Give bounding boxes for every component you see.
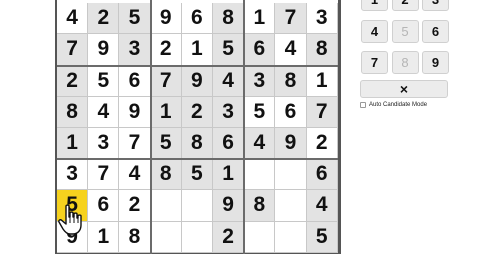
cell-r6c3[interactable]: 4 (119, 159, 151, 191)
cell-r2c5[interactable]: 1 (181, 34, 213, 66)
cell-r2c2[interactable]: 9 (88, 34, 120, 66)
cell-r8c4[interactable] (150, 221, 182, 253)
sudoku-board: 4259681737932156482567943818491235671375… (55, 0, 341, 254)
cell-r7c5[interactable] (181, 190, 213, 222)
cell-r1c7[interactable]: 1 (244, 3, 276, 35)
cell-r1c5[interactable]: 6 (181, 3, 213, 35)
cell-r7c3[interactable]: 2 (119, 190, 151, 222)
cell-r2c1[interactable]: 7 (57, 34, 89, 66)
cell-r8c9[interactable]: 5 (306, 221, 338, 253)
cell-r5c9[interactable]: 2 (306, 128, 338, 160)
cell-r1c9[interactable]: 3 (306, 3, 338, 35)
cell-r3c6[interactable]: 4 (213, 65, 245, 97)
cell-r8c1[interactable]: 9 (57, 221, 89, 253)
cell-r6c5[interactable]: 5 (181, 159, 213, 191)
cell-r4c6[interactable]: 3 (213, 96, 245, 128)
cell-r5c5[interactable]: 8 (181, 128, 213, 160)
cell-r1c4[interactable]: 9 (150, 3, 182, 35)
number-button-2[interactable]: 2 (391, 0, 419, 11)
cell-r7c1[interactable]: 5 (57, 190, 89, 222)
cell-r2c7[interactable]: 6 (244, 34, 276, 66)
cell-r2c3[interactable]: 3 (119, 34, 151, 66)
cell-r1c3[interactable]: 5 (119, 3, 151, 35)
number-button-6[interactable]: 6 (422, 19, 449, 43)
number-button-9[interactable]: 9 (422, 51, 449, 74)
cell-r3c9[interactable]: 1 (306, 65, 338, 97)
cell-r8c6[interactable]: 2 (213, 221, 245, 253)
cell-r4c1[interactable]: 8 (57, 96, 89, 128)
cell-r6c7[interactable] (244, 159, 276, 191)
box-divider-horizontal (57, 64, 338, 67)
cell-r2c4[interactable]: 2 (150, 34, 182, 66)
cell-r3c4[interactable]: 7 (150, 65, 182, 97)
cell-r4c7[interactable]: 5 (244, 96, 276, 128)
number-pad: × Auto Candidate Mode 123 456 789 (360, 0, 450, 270)
cell-r1c1[interactable]: 4 (57, 3, 89, 35)
cell-r7c4[interactable] (150, 190, 182, 222)
cell-r8c3[interactable]: 8 (119, 221, 151, 253)
cell-r4c8[interactable]: 6 (275, 96, 307, 128)
cell-r2c8[interactable]: 4 (275, 34, 307, 66)
number-button-4[interactable]: 4 (361, 19, 388, 43)
cell-r6c6[interactable]: 1 (213, 159, 245, 191)
cell-r3c5[interactable]: 9 (181, 65, 213, 97)
cell-r4c9[interactable]: 7 (306, 96, 338, 128)
auto-candidate-checkbox[interactable] (360, 102, 366, 108)
cell-r1c8[interactable]: 7 (275, 3, 307, 35)
cell-r2c6[interactable]: 5 (213, 34, 245, 66)
cell-r4c4[interactable]: 1 (150, 96, 182, 128)
cell-r3c2[interactable]: 5 (88, 65, 120, 97)
cell-r5c2[interactable]: 3 (88, 128, 120, 160)
cell-r8c5[interactable] (181, 221, 213, 253)
number-button-7[interactable]: 7 (361, 51, 388, 74)
cell-r5c8[interactable]: 9 (275, 128, 307, 160)
number-button-1[interactable]: 1 (361, 0, 388, 11)
cell-r7c9[interactable]: 4 (306, 190, 338, 222)
box-divider-vertical (243, 0, 246, 254)
cell-r5c1[interactable]: 1 (57, 128, 89, 160)
cell-r8c8[interactable] (275, 221, 307, 253)
cell-r5c7[interactable]: 4 (244, 128, 276, 160)
cell-r6c8[interactable] (275, 159, 307, 191)
cell-r5c4[interactable]: 5 (150, 128, 182, 160)
cell-r4c5[interactable]: 2 (181, 96, 213, 128)
cell-r6c4[interactable]: 8 (150, 159, 182, 191)
cell-r3c8[interactable]: 8 (275, 65, 307, 97)
cell-r4c2[interactable]: 4 (88, 96, 120, 128)
number-button-5[interactable]: 5 (391, 19, 419, 43)
auto-candidate-label: Auto Candidate Mode (369, 102, 428, 108)
box-divider-vertical (149, 0, 152, 254)
auto-candidate-toggle[interactable]: Auto Candidate Mode (360, 100, 427, 110)
cell-r1c2[interactable]: 2 (88, 3, 120, 35)
cell-r5c6[interactable]: 6 (213, 128, 245, 160)
cell-r7c7[interactable]: 8 (244, 190, 276, 222)
number-button-8[interactable]: 8 (391, 51, 419, 74)
cell-r6c2[interactable]: 7 (88, 159, 120, 191)
cell-r3c3[interactable]: 6 (119, 65, 151, 97)
cell-r5c3[interactable]: 7 (119, 128, 151, 160)
clear-button[interactable]: × (360, 80, 448, 98)
cell-r7c8[interactable] (275, 190, 307, 222)
cell-r6c1[interactable]: 3 (57, 159, 89, 191)
cell-r1c6[interactable]: 8 (213, 3, 245, 35)
box-divider-horizontal (57, 158, 338, 161)
cell-r3c1[interactable]: 2 (57, 65, 89, 97)
cell-r8c7[interactable] (244, 221, 276, 253)
cell-r7c2[interactable]: 6 (88, 190, 120, 222)
cell-r8c2[interactable]: 1 (88, 221, 120, 253)
cell-r4c3[interactable]: 9 (119, 96, 151, 128)
cell-r2c9[interactable]: 8 (306, 34, 338, 66)
cell-r3c7[interactable]: 3 (244, 65, 276, 97)
cell-r7c6[interactable]: 9 (213, 190, 245, 222)
number-button-3[interactable]: 3 (422, 0, 449, 11)
cell-r6c9[interactable]: 6 (306, 159, 338, 191)
